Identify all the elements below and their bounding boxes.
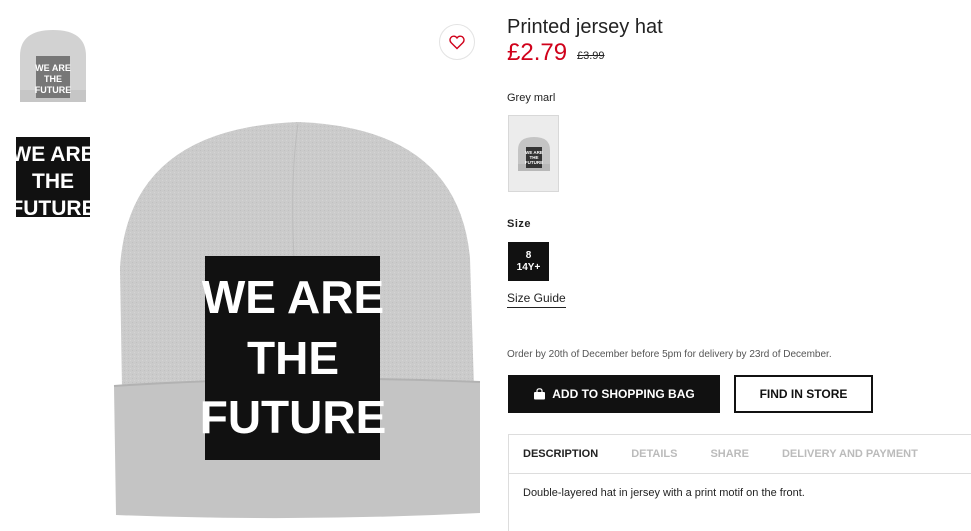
print-detail-thumbnail-image: WE ARE THE FUTURE (16, 137, 90, 217)
heart-icon (449, 34, 465, 49)
find-in-store-button[interactable]: FIND IN STORE (734, 375, 873, 413)
hero-text-line-1: WE ARE (202, 271, 384, 323)
favourite-button[interactable] (439, 24, 475, 60)
detail-text-line-2: THE (32, 170, 74, 193)
delivery-note: Order by 20th of December before 5pm for… (507, 349, 832, 360)
size-option-8-14y[interactable]: 8 14Y+ (508, 242, 549, 281)
color-swatch-grey-marl[interactable]: WE ARE THE FUTURE (508, 115, 559, 192)
swatch-text-line-3: FUTURE (524, 160, 542, 165)
thumb-text-line-3: FUTURE (35, 85, 72, 95)
sale-price: £2.79 (507, 39, 568, 66)
hero-text-line-2: THE (247, 332, 339, 384)
tab-bar: DESCRIPTION DETAILS SHARE DELIVERY AND P… (509, 435, 971, 474)
thumbnail-detail[interactable]: WE ARE THE FUTURE (16, 137, 90, 217)
detail-text-line-1: WE ARE (16, 143, 90, 166)
size-guide-link[interactable]: Size Guide (507, 291, 566, 308)
thumb-text-line-1: WE ARE (35, 63, 71, 73)
thumbnail-front[interactable]: WE ARE THE FUTURE (16, 26, 90, 106)
description-text: Double-layered hat in jersey with a prin… (523, 487, 805, 499)
tab-delivery-and-payment[interactable]: DELIVERY AND PAYMENT (782, 448, 918, 460)
thumbnail-list: WE ARE THE FUTURE WE ARE THE FUTURE (16, 26, 91, 248)
color-label: Grey marl (507, 92, 556, 104)
size-option-line-1: 8 (525, 249, 532, 261)
hero-text-line-3: FUTURE (200, 391, 387, 443)
detail-text-line-3: FUTURE (16, 197, 90, 217)
shopping-bag-icon (534, 388, 546, 400)
add-to-bag-label: ADD TO SHOPPING BAG (552, 387, 695, 401)
hat-image: WE ARE THE FUTURE (113, 122, 481, 519)
product-title: Printed jersey hat (507, 16, 663, 38)
main-product-image: WE ARE THE FUTURE (108, 118, 483, 523)
tab-share[interactable]: SHARE (710, 448, 749, 460)
hat-thumbnail-image: WE ARE THE FUTURE (16, 26, 90, 106)
add-to-bag-button[interactable]: ADD TO SHOPPING BAG (508, 375, 720, 413)
thumb-text-line-2: THE (44, 74, 62, 84)
tab-description[interactable]: DESCRIPTION (523, 448, 598, 460)
swatch-hat-image: WE ARE THE FUTURE (517, 136, 550, 171)
product-tabs-panel: DESCRIPTION DETAILS SHARE DELIVERY AND P… (508, 434, 971, 531)
size-label: Size (507, 218, 532, 230)
size-option-line-2: 14Y+ (516, 261, 541, 273)
tab-details[interactable]: DETAILS (631, 448, 677, 460)
original-price: £3.99 (577, 50, 605, 62)
